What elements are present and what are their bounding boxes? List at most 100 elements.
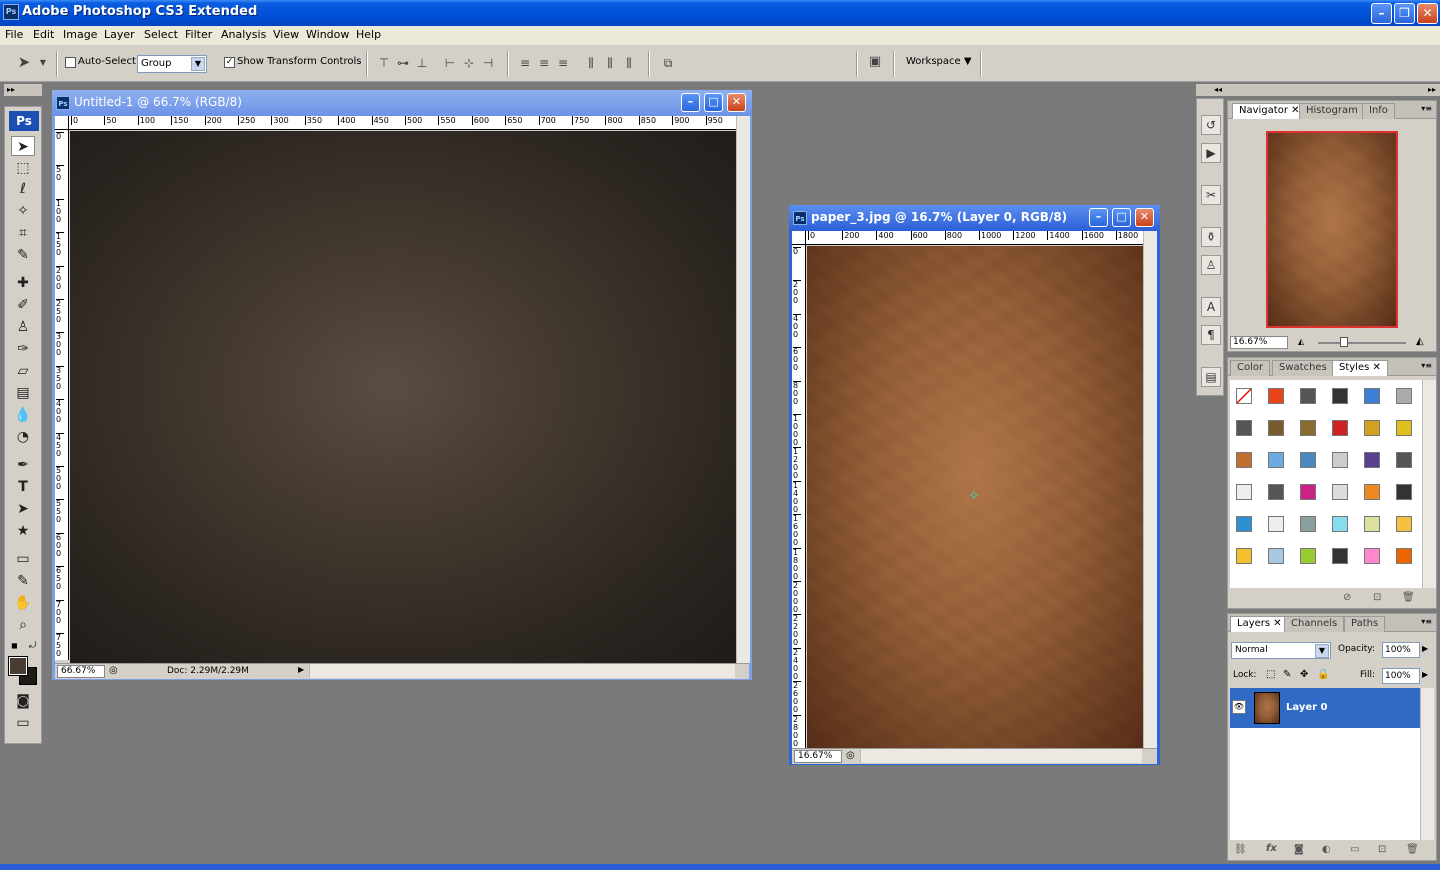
style-swatch[interactable] xyxy=(1332,420,1348,436)
zoom-field[interactable]: 16.67% xyxy=(794,750,842,763)
style-swatch[interactable] xyxy=(1236,452,1252,468)
panel-menu-icon[interactable]: ▾≡ xyxy=(1421,617,1432,626)
close-button[interactable]: ✕ xyxy=(1135,208,1154,227)
close-button[interactable]: ✕ xyxy=(727,93,746,112)
styles-scrollbar[interactable] xyxy=(1422,380,1436,588)
style-swatch[interactable] xyxy=(1300,452,1316,468)
vertical-ruler[interactable]: 0 5 0 1 0 0 1 5 0 2 0 0 2 5 0 3 0 0 3 5 0 4 0 0 4… xyxy=(55,130,69,660)
layer-style-icon[interactable]: fx xyxy=(1266,843,1277,854)
style-swatch[interactable] xyxy=(1268,484,1284,500)
style-swatch[interactable] xyxy=(1332,548,1348,564)
style-swatch[interactable] xyxy=(1332,452,1348,468)
new-group-icon[interactable]: ▭ xyxy=(1350,844,1359,855)
distribute-hcenter-icon[interactable]: ⫼ xyxy=(602,55,618,71)
lock-transparent-icon[interactable]: ⬚ xyxy=(1266,669,1275,680)
history-brush-icon[interactable]: ✑ xyxy=(11,339,35,359)
healing-icon[interactable]: ✚ xyxy=(11,273,35,293)
lock-position-icon[interactable]: ✥ xyxy=(1300,669,1308,680)
align-right-icon[interactable]: ⊣ xyxy=(480,55,496,71)
minimize-button[interactable]: – xyxy=(681,93,700,112)
document-window-untitled[interactable]: Ps Untitled-1 @ 66.7% (RGB/8) – □ ✕ 0 50 1… xyxy=(52,90,752,680)
panel-menu-icon[interactable]: ▾≡ xyxy=(1421,361,1432,370)
navigator-zoom-field[interactable]: 16.67% xyxy=(1230,336,1288,349)
style-swatch[interactable] xyxy=(1396,388,1412,404)
lock-all-icon[interactable]: 🔒 xyxy=(1317,669,1329,680)
layer-mask-icon[interactable]: ◙ xyxy=(1294,844,1304,855)
show-transform-checkbox[interactable]: ✓ xyxy=(224,57,235,68)
tab-styles[interactable]: Styles ✕ xyxy=(1332,360,1388,376)
zoom-slider-thumb[interactable] xyxy=(1340,337,1348,347)
actions-icon[interactable]: ▶ xyxy=(1201,143,1221,163)
minimize-button[interactable]: – xyxy=(1089,208,1108,227)
style-swatch[interactable] xyxy=(1332,388,1348,404)
blend-mode-dropdown[interactable]: Normal ▼ xyxy=(1231,642,1331,659)
style-swatch[interactable] xyxy=(1364,388,1380,404)
new-layer-icon[interactable]: ⊡ xyxy=(1378,844,1386,855)
foreground-color-swatch[interactable] xyxy=(8,656,28,676)
style-swatch[interactable] xyxy=(1236,548,1252,564)
distribute-vcenter-icon[interactable]: ≡ xyxy=(536,55,552,71)
crop-icon[interactable]: ⌗ xyxy=(11,223,35,243)
document-window-paper[interactable]: Ps paper_3.jpg @ 16.7% (Layer 0, RGB/8) … xyxy=(789,205,1160,765)
distribute-top-icon[interactable]: ≡ xyxy=(517,55,533,71)
distribute-right-icon[interactable]: ⫼ xyxy=(621,55,637,71)
tab-swatches[interactable]: Swatches xyxy=(1272,360,1334,376)
auto-select-checkbox[interactable] xyxy=(65,57,76,68)
hand-icon[interactable]: ✋ xyxy=(11,593,35,613)
style-swatch[interactable] xyxy=(1300,388,1316,404)
style-swatch[interactable] xyxy=(1364,420,1380,436)
vertical-scrollbar[interactable] xyxy=(736,116,750,663)
horizontal-ruler[interactable]: 0 50 100 150 200 250 300 350 400 450 500 550 600 650 7… xyxy=(69,116,736,130)
tool-presets-icon[interactable]: ✂ xyxy=(1201,185,1221,205)
move-icon[interactable]: ➤ xyxy=(11,136,35,156)
tab-histogram[interactable]: Histogram xyxy=(1299,103,1365,119)
fill-field[interactable]: 100% xyxy=(1382,668,1420,684)
opacity-arrow-icon[interactable]: ▶ xyxy=(1422,644,1428,653)
notes-icon[interactable]: ▭ xyxy=(11,549,35,569)
vertical-scrollbar[interactable] xyxy=(1143,231,1157,748)
default-colors-icon[interactable]: ◼ xyxy=(11,641,21,651)
delete-layer-icon[interactable]: 🗑 xyxy=(1406,844,1419,855)
style-swatch[interactable] xyxy=(1396,516,1412,532)
layer-comps-icon[interactable]: ▤ xyxy=(1201,367,1221,387)
align-left-icon[interactable]: ⊢ xyxy=(442,55,458,71)
menu-analysis[interactable]: Analysis xyxy=(221,28,266,41)
auto-select-dropdown[interactable]: Group ▼ xyxy=(137,55,207,73)
style-swatch[interactable] xyxy=(1364,516,1380,532)
style-swatch[interactable] xyxy=(1332,516,1348,532)
lasso-icon[interactable]: ℓ xyxy=(11,179,35,199)
menu-layer[interactable]: Layer xyxy=(104,28,135,41)
delete-style-icon[interactable]: 🗑 xyxy=(1402,592,1415,603)
tab-navigator[interactable]: Navigator ✕ xyxy=(1232,103,1307,119)
eye-icon[interactable]: 👁 xyxy=(1232,700,1246,714)
move-icon[interactable]: ➤ xyxy=(14,54,34,70)
workspace-button[interactable]: Workspace ▼ xyxy=(906,56,972,67)
tab-channels[interactable]: Channels xyxy=(1284,616,1345,632)
marquee-icon[interactable]: ⬚ xyxy=(11,158,35,178)
eraser-icon[interactable]: ▱ xyxy=(11,361,35,381)
status-menu-icon[interactable]: ◎ xyxy=(109,665,118,676)
bridge-icon[interactable]: ▣ xyxy=(863,54,887,70)
brushes-icon[interactable]: ⚱ xyxy=(1201,227,1221,247)
new-style-icon[interactable]: ⊡ xyxy=(1373,592,1381,603)
close-button[interactable]: ✕ xyxy=(1417,3,1438,24)
tab-color[interactable]: Color xyxy=(1230,360,1271,376)
transform-center-icon[interactable]: ✧ xyxy=(968,489,980,503)
distribute-bottom-icon[interactable]: ≡ xyxy=(555,55,571,71)
layer-row[interactable]: 👁 Layer 0 xyxy=(1230,688,1420,728)
quick-mask-icon[interactable]: ◙ xyxy=(11,691,35,711)
style-swatch[interactable] xyxy=(1300,516,1316,532)
eyedropper-icon[interactable]: ✎ xyxy=(11,571,35,591)
zoom-field[interactable]: 66.67% xyxy=(57,665,105,678)
style-swatch[interactable] xyxy=(1268,388,1284,404)
auto-align-icon[interactable]: ⧉ xyxy=(659,55,677,71)
tab-layers[interactable]: Layers ✕ xyxy=(1230,616,1289,632)
stamp-icon[interactable]: ♙ xyxy=(11,317,35,337)
blur-icon[interactable]: 💧 xyxy=(11,405,35,425)
style-swatch[interactable] xyxy=(1364,548,1380,564)
pen-icon[interactable]: ✒ xyxy=(11,455,35,475)
path-select-icon[interactable]: ➤ xyxy=(11,499,35,519)
menu-file[interactable]: File xyxy=(5,28,23,41)
slice-icon[interactable]: ✎ xyxy=(11,245,35,265)
zoom-out-icon[interactable]: ◭ xyxy=(1298,337,1304,346)
